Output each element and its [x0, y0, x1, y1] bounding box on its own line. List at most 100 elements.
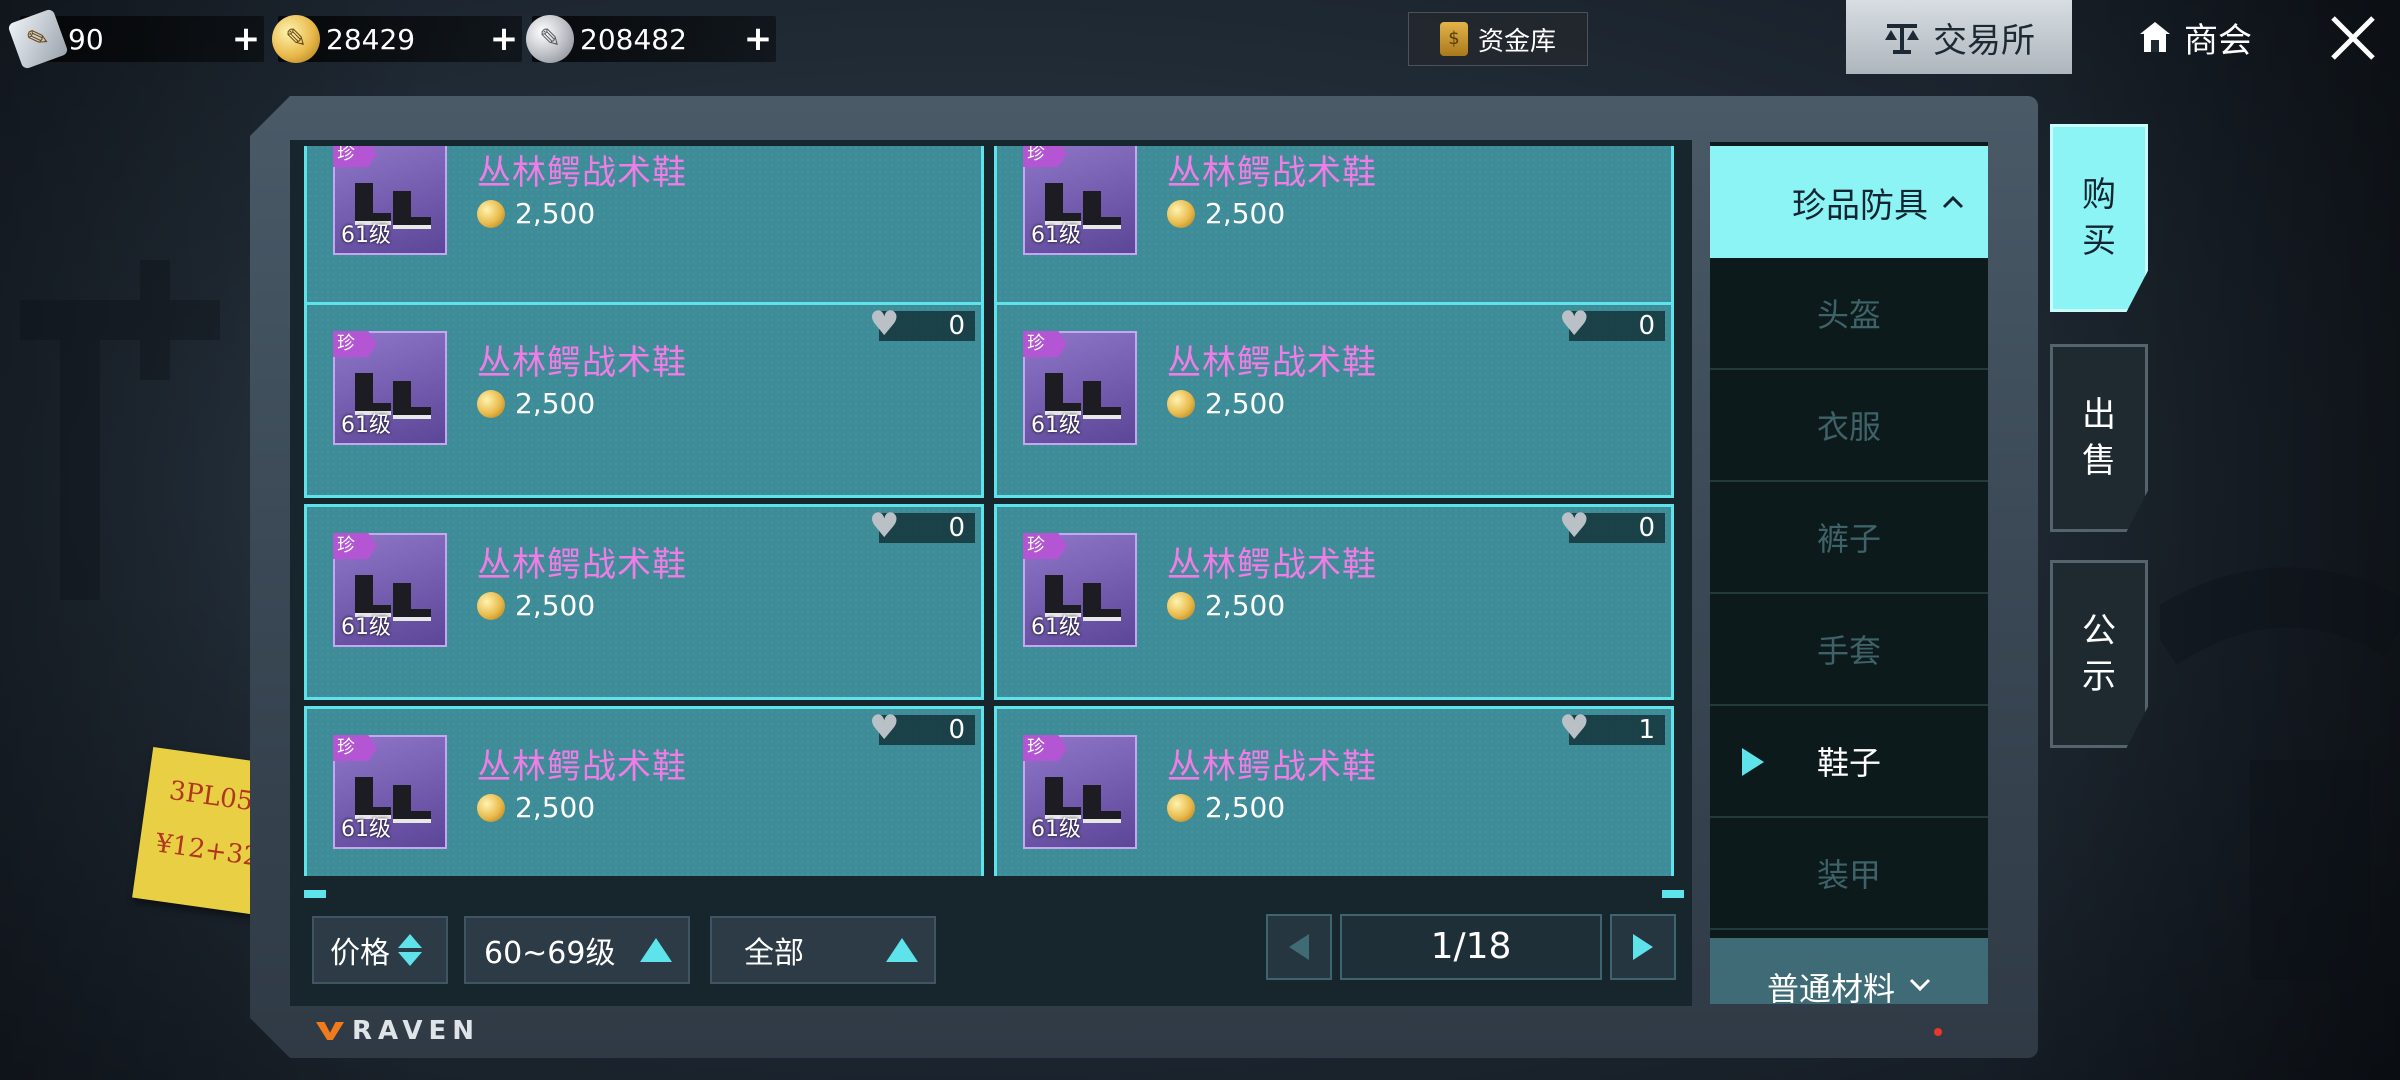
- category-item-label: 手套: [1816, 632, 1881, 670]
- background-pipe-graphic: [2160, 567, 2400, 980]
- gold-coin-icon: ✎: [272, 15, 320, 63]
- category-panel: 珍品防具 头盔 衣服 裤子 手套 鞋子 装甲 普通材料: [1710, 142, 1988, 1004]
- level-filter-label: 60~69级: [484, 936, 616, 971]
- tab-buy[interactable]: 购 买: [2050, 124, 2148, 312]
- item-level: 61级: [341, 223, 391, 248]
- item-price-value: 2,500: [515, 791, 596, 824]
- heart-icon: ♥: [869, 506, 900, 546]
- add-gold-button[interactable]: +: [486, 19, 522, 59]
- add-silver-button[interactable]: +: [740, 19, 776, 59]
- gold-coin-icon: [477, 199, 505, 228]
- item-card[interactable]: 珍 61级 丛林鳄战术鞋 2,500: [304, 146, 984, 308]
- item-card[interactable]: ♥ 0 珍 61级 丛林鳄战术鞋 2,500: [994, 302, 1674, 498]
- item-thumbnail: 珍 61级: [1023, 331, 1137, 445]
- category-item-clothes[interactable]: 衣服: [1710, 370, 1988, 482]
- category-item-label: 装甲: [1816, 856, 1881, 894]
- item-level: 61级: [1031, 817, 1081, 842]
- item-thumbnail: 珍 61级: [333, 146, 447, 255]
- like-counter[interactable]: ♥ 1: [1559, 711, 1665, 745]
- item-price: 2,500: [1167, 197, 1285, 230]
- item-name: 丛林鳄战术鞋: [1167, 545, 1377, 585]
- background-rifle-graphic: [20, 260, 220, 600]
- tab-notice-label: 公 示: [2082, 611, 2116, 697]
- item-name: 丛林鳄战术鞋: [477, 747, 687, 787]
- tab-guild[interactable]: 商会: [2110, 0, 2280, 74]
- item-name: 丛林鳄战术鞋: [1167, 343, 1377, 383]
- like-count: 1: [1638, 715, 1655, 745]
- grid-scrollbar[interactable]: [304, 890, 1684, 898]
- add-ticket-button[interactable]: +: [228, 19, 264, 59]
- like-counter[interactable]: ♥ 0: [869, 307, 975, 341]
- item-level: 61级: [341, 615, 391, 640]
- item-level: 61级: [341, 413, 391, 438]
- category-header-premium-armor[interactable]: 珍品防具: [1710, 146, 1988, 258]
- item-card[interactable]: ♥ 1 珍 61级 丛林鳄战术鞋 2,500: [994, 706, 1674, 876]
- sort-price-button[interactable]: 价格: [312, 916, 448, 984]
- gold-coin-icon: [477, 793, 505, 822]
- chevron-up-icon: [1942, 195, 1964, 209]
- heart-icon: ♥: [1559, 708, 1590, 748]
- item-name: 丛林鳄战术鞋: [477, 153, 687, 193]
- rarity-badge: 珍: [333, 735, 377, 761]
- tab-exchange-label: 交易所: [1933, 20, 2035, 61]
- item-thumbnail: 珍 61级: [1023, 735, 1137, 849]
- category-item-gloves[interactable]: 手套: [1710, 594, 1988, 706]
- rarity-badge: 珍: [333, 331, 377, 357]
- like-count: 0: [948, 715, 965, 745]
- item-card[interactable]: ♥ 0 珍 61级 丛林鳄战术鞋 2,500: [994, 504, 1674, 700]
- rarity-badge: 珍: [1023, 146, 1067, 167]
- close-button[interactable]: [2318, 6, 2388, 70]
- item-name: 丛林鳄战术鞋: [1167, 747, 1377, 787]
- tab-notice[interactable]: 公 示: [2050, 560, 2148, 748]
- item-thumbnail: 珍 61级: [1023, 533, 1137, 647]
- like-counter[interactable]: ♥ 0: [869, 711, 975, 745]
- item-price-value: 2,500: [1205, 197, 1286, 230]
- gold-coin-icon: [1167, 591, 1195, 620]
- currency-ticket: ✎ 90 +: [7, 8, 264, 70]
- tab-sell[interactable]: 出 售: [2050, 344, 2148, 532]
- item-card[interactable]: ♥ 0 珍 61级 丛林鳄战术鞋 2,500: [304, 504, 984, 700]
- gold-coin-icon: [1167, 793, 1195, 822]
- like-counter[interactable]: ♥ 0: [869, 509, 975, 543]
- like-counter[interactable]: ♥ 0: [1559, 509, 1665, 543]
- prev-page-button[interactable]: [1266, 914, 1332, 980]
- gold-coin-icon: [1167, 199, 1195, 228]
- like-count: 0: [948, 513, 965, 543]
- item-card[interactable]: ♥ 0 珍 61级 丛林鳄战术鞋 2,500: [304, 706, 984, 876]
- category-item-shoes[interactable]: 鞋子: [1710, 706, 1988, 818]
- category-header-materials[interactable]: 普通材料: [1710, 938, 1988, 1004]
- ledger-icon: $: [1439, 22, 1468, 56]
- triangle-right-icon: [1633, 934, 1653, 960]
- heart-icon: ♥: [1559, 304, 1590, 344]
- vault-button[interactable]: $ 资金库: [1408, 12, 1588, 66]
- item-thumbnail: 珍 61级: [1023, 146, 1137, 255]
- sort-arrows-icon: [398, 934, 422, 966]
- tab-sell-label: 出 售: [2082, 395, 2116, 481]
- category-header-label: 珍品防具: [1792, 185, 1928, 226]
- like-count: 0: [1638, 513, 1655, 543]
- tab-exchange[interactable]: 交易所: [1846, 0, 2072, 74]
- type-filter-dropdown[interactable]: 全部: [710, 916, 936, 984]
- category-item-armor[interactable]: 装甲: [1710, 818, 1988, 930]
- vault-label: 资金库: [1477, 26, 1556, 57]
- currency-ticket-value: 90: [68, 22, 104, 56]
- category-item-label: 头盔: [1816, 296, 1881, 334]
- currency-gold: ✎ 28429 +: [272, 15, 522, 63]
- category-item-helmet[interactable]: 头盔: [1710, 258, 1988, 370]
- item-name: 丛林鳄战术鞋: [1167, 153, 1377, 193]
- category-footer-label: 普通材料: [1766, 970, 1895, 1004]
- raven-logo-mark: [316, 1022, 344, 1040]
- item-card[interactable]: ♥ 0 珍 61级 丛林鳄战术鞋 2,500: [304, 302, 984, 498]
- close-icon: [2331, 16, 2375, 60]
- item-card[interactable]: 珍 61级 丛林鳄战术鞋 2,500: [994, 146, 1674, 308]
- level-filter-dropdown[interactable]: 60~69级: [464, 916, 690, 984]
- item-price: 2,500: [1167, 589, 1285, 622]
- gold-coin-icon: [477, 591, 505, 620]
- next-page-button[interactable]: [1610, 914, 1676, 980]
- rarity-badge: 珍: [333, 146, 377, 167]
- item-price: 2,500: [1167, 387, 1285, 420]
- status-light: [1934, 1028, 1942, 1036]
- item-price: 2,500: [1167, 791, 1285, 824]
- like-counter[interactable]: ♥ 0: [1559, 307, 1665, 341]
- category-item-pants[interactable]: 裤子: [1710, 482, 1988, 594]
